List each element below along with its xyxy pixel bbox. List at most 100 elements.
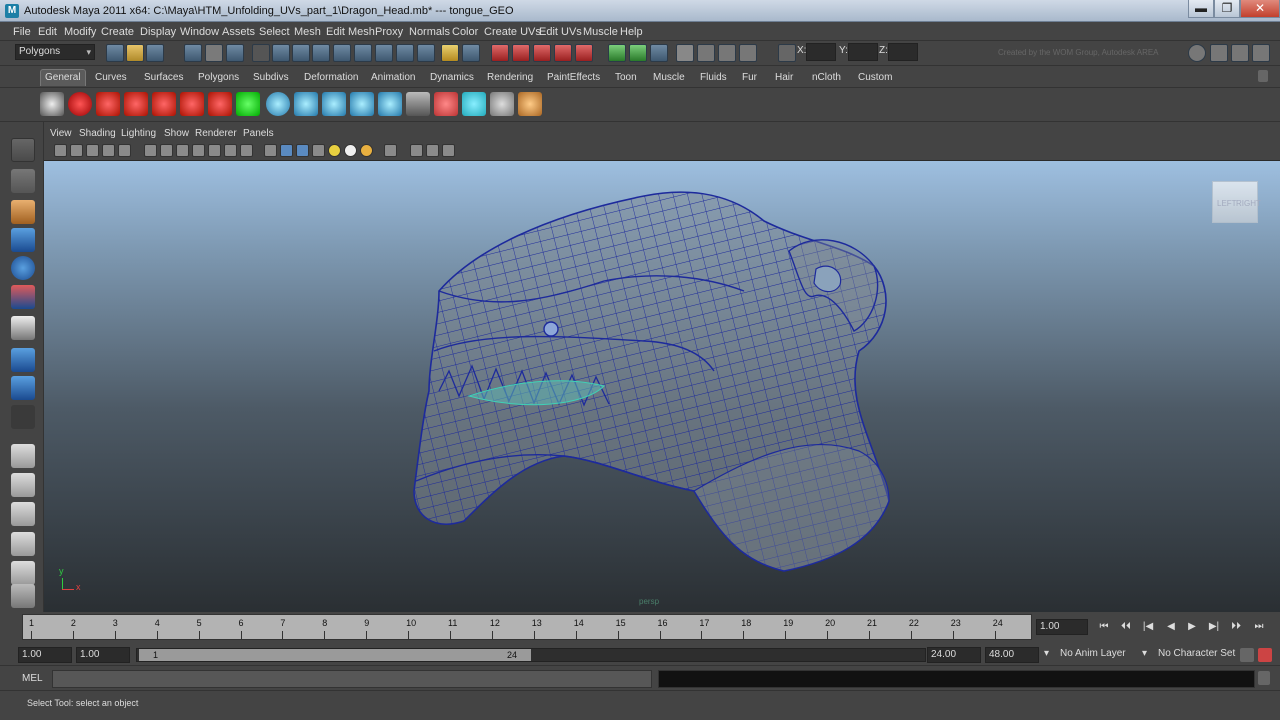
unparent-icon[interactable] [350, 92, 374, 116]
playback-start-field[interactable]: 1.00 [76, 647, 130, 663]
xray-components-icon[interactable] [442, 144, 455, 157]
dragon-head-wireframe[interactable] [44, 161, 1280, 612]
menu-edit[interactable]: Edit [38, 26, 57, 38]
ipr-render-icon[interactable] [718, 44, 736, 62]
manipulator-tool-icon[interactable] [11, 316, 35, 340]
key-icon[interactable] [1240, 648, 1254, 662]
select-component-icon[interactable] [226, 44, 244, 62]
field-chart-icon[interactable] [208, 144, 221, 157]
menu-file[interactable]: File [13, 26, 31, 38]
panel-menu-shading[interactable]: Shading [79, 128, 116, 139]
shelf-tab-hair[interactable]: Hair [771, 70, 797, 87]
grid-toggle-icon[interactable] [144, 144, 157, 157]
lock-selection-icon[interactable] [441, 44, 459, 62]
go-to-end-button[interactable]: ⏭ [1251, 621, 1267, 633]
input-ops-icon[interactable] [608, 44, 626, 62]
last-tool-icon[interactable] [11, 405, 35, 429]
select-handles-icon[interactable] [272, 44, 290, 62]
arrow-green-icon[interactable] [236, 92, 260, 116]
menu-muscle[interactable]: Muscle [583, 26, 618, 38]
channel-box-icon[interactable] [1252, 44, 1270, 62]
select-camera-icon[interactable] [54, 144, 67, 157]
help-icon[interactable] [1188, 44, 1206, 62]
construction-history-icon[interactable] [650, 44, 668, 62]
persp-outliner-layout-icon[interactable] [11, 502, 35, 526]
shelf-tab-general[interactable]: General [40, 69, 86, 86]
menu-mesh[interactable]: Mesh [294, 26, 321, 38]
close-button[interactable]: ✕ [1240, 0, 1280, 18]
range-bar[interactable]: 1 24 [136, 648, 926, 662]
menu-window[interactable]: Window [180, 26, 219, 38]
character-set-dropdown[interactable]: No Character Set [1158, 647, 1235, 663]
menu-normals[interactable]: Normals [409, 26, 450, 38]
step-back-frame-button[interactable]: |◀ [1140, 621, 1156, 633]
menu-select[interactable]: Select [259, 26, 290, 38]
z-field[interactable] [888, 43, 918, 61]
all-lights-icon[interactable] [344, 144, 357, 157]
selection-mask-icon[interactable] [252, 44, 270, 62]
film-gate-icon[interactable] [160, 144, 173, 157]
anim-layer-dropdown[interactable]: No Anim Layer [1060, 647, 1126, 663]
time-slider-ruler[interactable]: 1 2 3 4 5 6 7 8 9 10 11 12 13 14 15 16 17 18 19 20 21 22 23 24 [22, 614, 1032, 640]
menu-create[interactable]: Create [101, 26, 134, 38]
play-backwards-button[interactable]: ◀ [1163, 621, 1179, 633]
y-field[interactable] [848, 43, 878, 61]
component-editor-icon[interactable] [490, 92, 514, 116]
shelf-tab-polygons[interactable]: Polygons [194, 70, 243, 87]
2d-pan-zoom-icon[interactable] [118, 144, 131, 157]
shadows-icon[interactable] [360, 144, 373, 157]
select-hierarchy-icon[interactable] [184, 44, 202, 62]
transform-field-icon[interactable] [778, 44, 796, 62]
select-rendering-icon[interactable] [396, 44, 414, 62]
select-surfaces-icon[interactable] [333, 44, 351, 62]
menu-modify[interactable]: Modify [64, 26, 96, 38]
shelf-tab-surfaces[interactable]: Surfaces [140, 70, 187, 87]
animation-start-field[interactable]: 1.00 [18, 647, 72, 663]
select-curves-icon[interactable] [312, 44, 330, 62]
panel-menu-renderer[interactable]: Renderer [195, 128, 237, 139]
arrow-red-icon[interactable] [208, 92, 232, 116]
lattice-icon[interactable] [124, 92, 148, 116]
paint-select-tool-icon[interactable] [11, 200, 35, 224]
show-manipulator-icon[interactable] [11, 376, 35, 400]
snap-view-plane-icon[interactable] [554, 44, 572, 62]
new-scene-icon[interactable] [106, 44, 124, 62]
shelf-tab-deformation[interactable]: Deformation [300, 70, 362, 87]
shelf-tab-muscle[interactable]: Muscle [649, 70, 689, 87]
menu-assets[interactable]: Assets [222, 26, 255, 38]
gate-mask-icon[interactable] [192, 144, 205, 157]
shelf-tab-toon[interactable]: Toon [611, 70, 641, 87]
animation-end-field[interactable]: 48.00 [985, 647, 1039, 663]
hypershade-layout-icon[interactable] [11, 561, 35, 585]
scale-tool-icon[interactable] [11, 285, 35, 309]
bookmark-icon[interactable] [86, 144, 99, 157]
snap-point-icon[interactable] [533, 44, 551, 62]
playback-end-field[interactable]: 24.00 [927, 647, 981, 663]
menu-display[interactable]: Display [140, 26, 176, 38]
menu-set-selector[interactable]: Polygons [15, 44, 95, 60]
step-forward-frame-button[interactable]: ▶| [1206, 621, 1222, 633]
step-forward-key-button[interactable]: ⏵⏵ [1228, 621, 1244, 633]
wrench-icon[interactable] [11, 584, 35, 608]
move-tool-icon[interactable] [11, 228, 35, 252]
open-scene-icon[interactable] [126, 44, 144, 62]
snap-curve-icon[interactable] [512, 44, 530, 62]
textured-icon[interactable] [312, 144, 325, 157]
select-joints-icon[interactable] [292, 44, 310, 62]
single-pane-layout-icon[interactable] [11, 444, 35, 468]
shelf-tab-custom[interactable]: Custom [854, 70, 896, 87]
perspective-viewport[interactable]: LEFT RIGHT y x persp [44, 160, 1280, 612]
auto-key-icon[interactable] [1258, 648, 1272, 662]
shelf-tab-subdivs[interactable]: Subdivs [249, 70, 293, 87]
shelf-tab-animation[interactable]: Animation [367, 70, 419, 87]
shelf-menu-icon[interactable] [1258, 70, 1268, 82]
command-language-label[interactable]: MEL [22, 673, 43, 684]
character-set-arrow-icon[interactable]: ▾ [1142, 647, 1147, 663]
script-editor-icon[interactable] [1258, 671, 1270, 685]
help-question-icon[interactable] [68, 92, 92, 116]
shelf-tab-rendering[interactable]: Rendering [483, 70, 537, 87]
select-dynamics-icon[interactable] [375, 44, 393, 62]
menu-edit-mesh[interactable]: Edit Mesh [326, 26, 375, 38]
save-scene-icon[interactable] [146, 44, 164, 62]
tool-settings-icon[interactable] [1231, 44, 1249, 62]
